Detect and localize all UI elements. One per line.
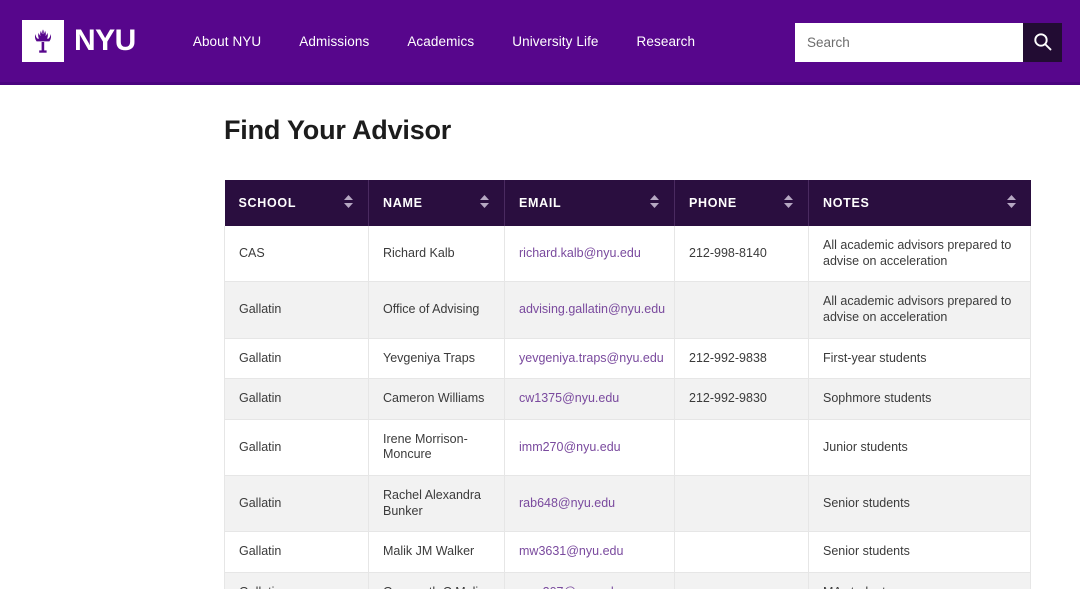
table-row: GallatinGwynneth C Malin gcm207@nyu.edu MA… (224, 572, 1031, 589)
advisors-table: SCHOOL NAME EMAIL PHONE NOTES CAS Richar… (224, 180, 1031, 589)
nav-item-about-nyu[interactable]: About NYU (174, 26, 280, 57)
search-input[interactable] (795, 23, 1023, 62)
column-header-label: PHONE (689, 196, 737, 210)
cell-email: yevgeniya.traps@nyu.edu (504, 338, 675, 380)
table-row: CAS Richard Kalb richard.kalb@nyu.edu 212-9… (224, 226, 1031, 283)
main-navigation: About NYU Admissions Academics Universit… (174, 26, 714, 57)
cell-email: mw3631@nyu.edu (504, 531, 675, 573)
cell-email: richard.kalb@nyu.edu (504, 226, 675, 283)
nav-item-admissions[interactable]: Admissions (280, 26, 388, 57)
cell-email: imm270@nyu.edu (504, 419, 675, 477)
cell-phone: 212-992-9838 (674, 338, 809, 380)
cell-name: Office of Advising (368, 281, 505, 339)
cell-notes: Senior students (808, 531, 1031, 573)
table-body: CAS Richard Kalb richard.kalb@nyu.edu 212-9… (224, 226, 1031, 589)
search-icon (1033, 32, 1052, 54)
cell-school: Gallatin (224, 338, 369, 380)
cell-phone: 212-992-9830 (674, 378, 809, 420)
cell-phone: 212-998-8140 (674, 226, 809, 283)
email-link[interactable]: yevgeniya.traps@nyu.edu (519, 351, 664, 365)
site-search (795, 23, 1062, 62)
search-submit-button[interactable] (1023, 23, 1062, 62)
table-row: Gallatin Cameron Williams cw1375@nyu.edu 21… (224, 378, 1031, 420)
cell-school: Gallatin (224, 378, 369, 420)
email-link[interactable]: imm270@nyu.edu (519, 440, 621, 454)
nav-item-academics[interactable]: Academics (388, 26, 493, 57)
cell-school: CAS (224, 226, 369, 283)
cell-name: Yevgeniya Traps (368, 338, 505, 380)
table-row: Gallatin Office of Advising advising.galla… (224, 281, 1031, 339)
column-header-school[interactable]: SCHOOL (224, 180, 369, 226)
cell-notes: All academic advisors prepared to advise… (808, 226, 1031, 283)
sort-updown-icon[interactable] (479, 194, 490, 212)
column-header-label: NAME (383, 196, 423, 210)
table-head: SCHOOL NAME EMAIL PHONE NOTES (224, 180, 1031, 226)
advisors-table-container: SCHOOL NAME EMAIL PHONE NOTES CAS Richar… (224, 180, 1031, 589)
cell-email: advising.gallatin@nyu.edu (504, 281, 675, 339)
site-header: NYU About NYU Admissions Academics Unive… (0, 0, 1080, 85)
cell-name: Irene Morrison-Moncure (368, 419, 505, 477)
email-link[interactable]: advising.gallatin@nyu.edu (519, 302, 665, 316)
email-link[interactable]: richard.kalb@nyu.edu (519, 246, 641, 260)
cell-email: cw1375@nyu.edu (504, 378, 675, 420)
column-header-notes[interactable]: NOTES (808, 180, 1031, 226)
column-header-label: NOTES (823, 196, 870, 210)
table-row: Gallatin Malik JM Walker mw3631@nyu.edu Sen… (224, 531, 1031, 573)
email-link[interactable]: mw3631@nyu.edu (519, 544, 623, 558)
table-row: Gallatin Irene Morrison-Moncure imm270@nyu… (224, 419, 1031, 477)
column-header-name[interactable]: NAME (368, 180, 505, 226)
cell-name: Richard Kalb (368, 226, 505, 283)
cell-email: rab648@nyu.edu (504, 475, 675, 533)
nyu-home-link[interactable]: NYU (22, 20, 136, 62)
page-content: Find Your Advisor SCHOOL NAME EMAIL PHON… (0, 115, 1080, 589)
column-header-phone[interactable]: PHONE (674, 180, 809, 226)
nav-item-university-life[interactable]: University Life (493, 26, 617, 57)
nyu-torch-icon (22, 20, 64, 62)
cell-school: Gallatin (224, 419, 369, 477)
email-link[interactable]: gcm207@nyu.edu (519, 585, 621, 589)
cell-school: Gallatin (224, 475, 369, 533)
sort-updown-icon[interactable] (1006, 194, 1017, 212)
sort-updown-icon[interactable] (343, 194, 354, 212)
nav-item-research[interactable]: Research (618, 26, 715, 57)
cell-notes: Sophmore students (808, 378, 1031, 420)
table-row: Gallatin Yevgeniya Traps yevgeniya.traps@n… (224, 338, 1031, 380)
column-header-label: EMAIL (519, 196, 562, 210)
table-header-row: SCHOOL NAME EMAIL PHONE NOTES (224, 180, 1031, 226)
cell-name: Gwynneth C Malin (368, 572, 505, 589)
cell-notes: All academic advisors prepared to advise… (808, 281, 1031, 339)
brand-wordmark: NYU (74, 24, 136, 57)
cell-phone (674, 281, 809, 339)
cell-notes: First-year students (808, 338, 1031, 380)
table-row: Gallatin Rachel Alexandra Bunker rab648@ny… (224, 475, 1031, 533)
cell-name: Malik JM Walker (368, 531, 505, 573)
sort-updown-icon[interactable] (649, 194, 660, 212)
cell-phone (674, 419, 809, 477)
column-header-email[interactable]: EMAIL (504, 180, 675, 226)
page-title: Find Your Advisor (224, 115, 452, 145)
cell-notes: MA students (808, 572, 1031, 589)
sort-updown-icon[interactable] (783, 194, 794, 212)
cell-phone (674, 531, 809, 573)
cell-school: Gallatin (224, 281, 369, 339)
cell-school: Gallatin (224, 572, 369, 589)
cell-name: Rachel Alexandra Bunker (368, 475, 505, 533)
cell-email: gcm207@nyu.edu (504, 572, 675, 589)
email-link[interactable]: rab648@nyu.edu (519, 496, 615, 510)
column-header-label: SCHOOL (238, 196, 297, 210)
cell-notes: Senior students (808, 475, 1031, 533)
cell-school: Gallatin (224, 531, 369, 573)
cell-name: Cameron Williams (368, 378, 505, 420)
cell-phone (674, 475, 809, 533)
email-link[interactable]: cw1375@nyu.edu (519, 391, 619, 405)
cell-notes: Junior students (808, 419, 1031, 477)
cell-phone (674, 572, 809, 589)
